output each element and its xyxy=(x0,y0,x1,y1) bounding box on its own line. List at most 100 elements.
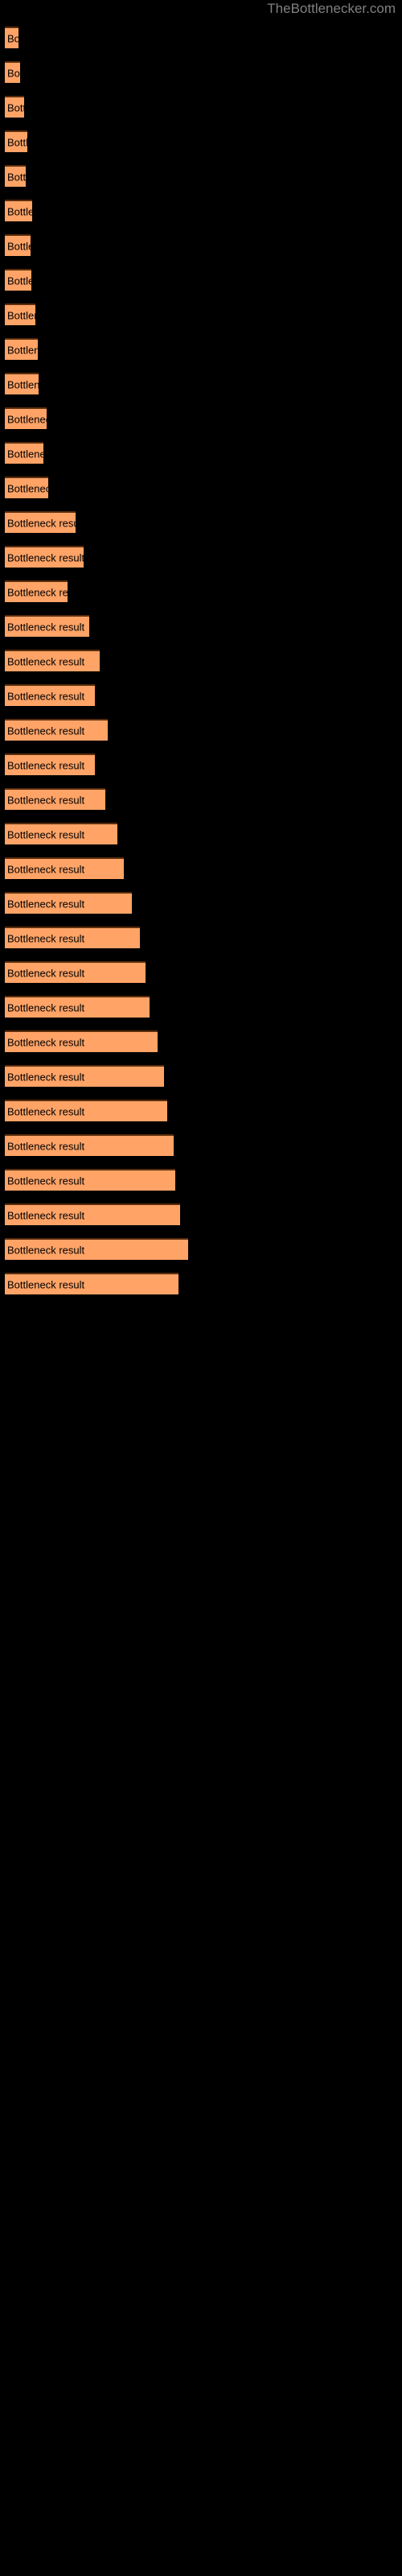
bar[interactable]: Bottleneck result xyxy=(5,234,31,256)
bar-label: Bottleneck result xyxy=(7,1071,85,1083)
bar-label: Bottleneck result xyxy=(7,171,26,183)
bar[interactable]: Bottleneck result xyxy=(5,511,76,533)
bar[interactable]: Bottleneck result xyxy=(5,996,150,1018)
horizontal-bar-chart: Bottleneck result Bottleneck result Bottle… xyxy=(0,0,402,2576)
bar[interactable]: Bottleneck result xyxy=(5,477,48,498)
bar-row[interactable]: Bottleneck result xyxy=(5,234,31,256)
bar-label: Bottleneck result xyxy=(7,863,85,875)
bar-row[interactable]: Bottleneck result xyxy=(5,130,27,152)
bar[interactable]: Bottleneck result xyxy=(5,1134,174,1156)
bar-label: Bottleneck result xyxy=(7,967,85,979)
bar[interactable]: Bottleneck result xyxy=(5,961,146,983)
bar-label: Bottleneck result xyxy=(7,1140,85,1152)
bar[interactable]: Bottleneck result xyxy=(5,165,26,187)
bar-label: Bottleneck result xyxy=(7,448,43,460)
bar-row[interactable]: Bottleneck result xyxy=(5,1065,164,1087)
bar-label: Bottleneck result xyxy=(7,724,85,737)
bar-label: Bottleneck result xyxy=(7,898,85,910)
bar-row[interactable]: Bottleneck result xyxy=(5,1238,188,1260)
bar-row[interactable]: Bottleneck result xyxy=(5,580,68,602)
bar[interactable]: Bottleneck result xyxy=(5,580,68,602)
bar[interactable]: Bottleneck result xyxy=(5,407,47,429)
bar[interactable]: Bottleneck result xyxy=(5,1030,158,1052)
bar-row[interactable]: Bottleneck result xyxy=(5,650,100,671)
bar-label: Bottleneck result xyxy=(7,828,85,840)
bar-label: Bottleneck result xyxy=(7,275,31,287)
bar-label: Bottleneck result xyxy=(7,309,35,321)
bar-label: Bottleneck result xyxy=(7,205,32,217)
bar[interactable]: Bottleneck result xyxy=(5,338,38,360)
bar[interactable]: Bottleneck result xyxy=(5,719,108,741)
bar[interactable]: Bottleneck result xyxy=(5,1065,164,1087)
bar[interactable]: Bottleneck result xyxy=(5,753,95,775)
bar-row[interactable]: Bottleneck result xyxy=(5,373,39,394)
bar[interactable]: Bottleneck result xyxy=(5,373,39,394)
bar-row[interactable]: Bottleneck result xyxy=(5,61,20,83)
bar[interactable]: Bottleneck result xyxy=(5,200,32,221)
bar-row[interactable]: Bottleneck result xyxy=(5,684,95,706)
bar-label: Bottleneck result xyxy=(7,551,84,564)
bar-row[interactable]: Bottleneck result xyxy=(5,338,38,360)
bar-label: Bottleneck result xyxy=(7,482,48,494)
bar-label: Bottleneck result xyxy=(7,655,85,667)
bar[interactable]: Bottleneck result xyxy=(5,823,117,844)
bar-row[interactable]: Bottleneck result xyxy=(5,753,95,775)
bar-row[interactable]: Bottleneck result xyxy=(5,200,32,221)
bar-row[interactable]: Bottleneck result xyxy=(5,719,108,741)
bar-label: Bottleneck result xyxy=(7,621,85,633)
bar-label: Bottleneck result xyxy=(7,1001,85,1013)
bar-row[interactable]: Bottleneck result xyxy=(5,477,48,498)
bar-row[interactable]: Bottleneck result xyxy=(5,1100,167,1121)
bar[interactable]: Bottleneck result xyxy=(5,927,140,948)
bar-row[interactable]: Bottleneck result xyxy=(5,303,35,325)
bar-row[interactable]: Bottleneck result xyxy=(5,892,132,914)
bar-row[interactable]: Bottleneck result xyxy=(5,1169,175,1191)
bar-row[interactable]: Bottleneck result xyxy=(5,1030,158,1052)
bar[interactable]: Bottleneck result xyxy=(5,857,124,879)
bar-row[interactable]: Bottleneck result xyxy=(5,1273,178,1294)
bar[interactable]: Bottleneck result xyxy=(5,1100,167,1121)
bar-row[interactable]: Bottleneck result xyxy=(5,442,43,464)
bar-row[interactable]: Bottleneck result xyxy=(5,615,89,637)
bar[interactable]: Bottleneck result xyxy=(5,1238,188,1260)
bar[interactable]: Bottleneck result xyxy=(5,130,27,152)
bar[interactable]: Bottleneck result xyxy=(5,788,105,810)
bar-row[interactable]: Bottleneck result xyxy=(5,788,105,810)
bar[interactable]: Bottleneck result xyxy=(5,27,18,48)
bar[interactable]: Bottleneck result xyxy=(5,1203,180,1225)
bar[interactable]: Bottleneck result xyxy=(5,303,35,325)
bar[interactable]: Bottleneck result xyxy=(5,546,84,568)
bar-label: Bottleneck result xyxy=(7,32,18,44)
bar[interactable]: Bottleneck result xyxy=(5,615,89,637)
bar-row[interactable]: Bottleneck result xyxy=(5,927,140,948)
bar-row[interactable]: Bottleneck result xyxy=(5,823,117,844)
bar[interactable]: Bottleneck result xyxy=(5,96,24,118)
bar-row[interactable]: Bottleneck result xyxy=(5,996,150,1018)
bar-label: Bottleneck result xyxy=(7,932,85,944)
bar-label: Bottleneck result xyxy=(7,1244,85,1256)
bar-row[interactable]: Bottleneck result xyxy=(5,511,76,533)
bar[interactable]: Bottleneck result xyxy=(5,442,43,464)
bar-row[interactable]: Bottleneck result xyxy=(5,165,26,187)
bar-row[interactable]: Bottleneck result xyxy=(5,961,146,983)
bar[interactable]: Bottleneck result xyxy=(5,1273,178,1294)
bar-row[interactable]: Bottleneck result xyxy=(5,857,124,879)
bar-label: Bottleneck result xyxy=(7,240,31,252)
bar-row[interactable]: Bottleneck result xyxy=(5,27,18,48)
bar-label: Bottleneck result xyxy=(7,690,85,702)
bar[interactable]: Bottleneck result xyxy=(5,269,31,291)
bar-row[interactable]: Bottleneck result xyxy=(5,1134,174,1156)
bar-row[interactable]: Bottleneck result xyxy=(5,96,24,118)
bar[interactable]: Bottleneck result xyxy=(5,650,100,671)
bar[interactable]: Bottleneck result xyxy=(5,61,20,83)
bar-row[interactable]: Bottleneck result xyxy=(5,407,47,429)
bar-label: Bottleneck result xyxy=(7,1278,85,1290)
bar-label: Bottleneck result xyxy=(7,101,24,114)
bar[interactable]: Bottleneck result xyxy=(5,892,132,914)
bar-row[interactable]: Bottleneck result xyxy=(5,1203,180,1225)
bar-row[interactable]: Bottleneck result xyxy=(5,546,84,568)
bar[interactable]: Bottleneck result xyxy=(5,684,95,706)
bar-label: Bottleneck result xyxy=(7,67,20,79)
bar-row[interactable]: Bottleneck result xyxy=(5,269,31,291)
bar[interactable]: Bottleneck result xyxy=(5,1169,175,1191)
